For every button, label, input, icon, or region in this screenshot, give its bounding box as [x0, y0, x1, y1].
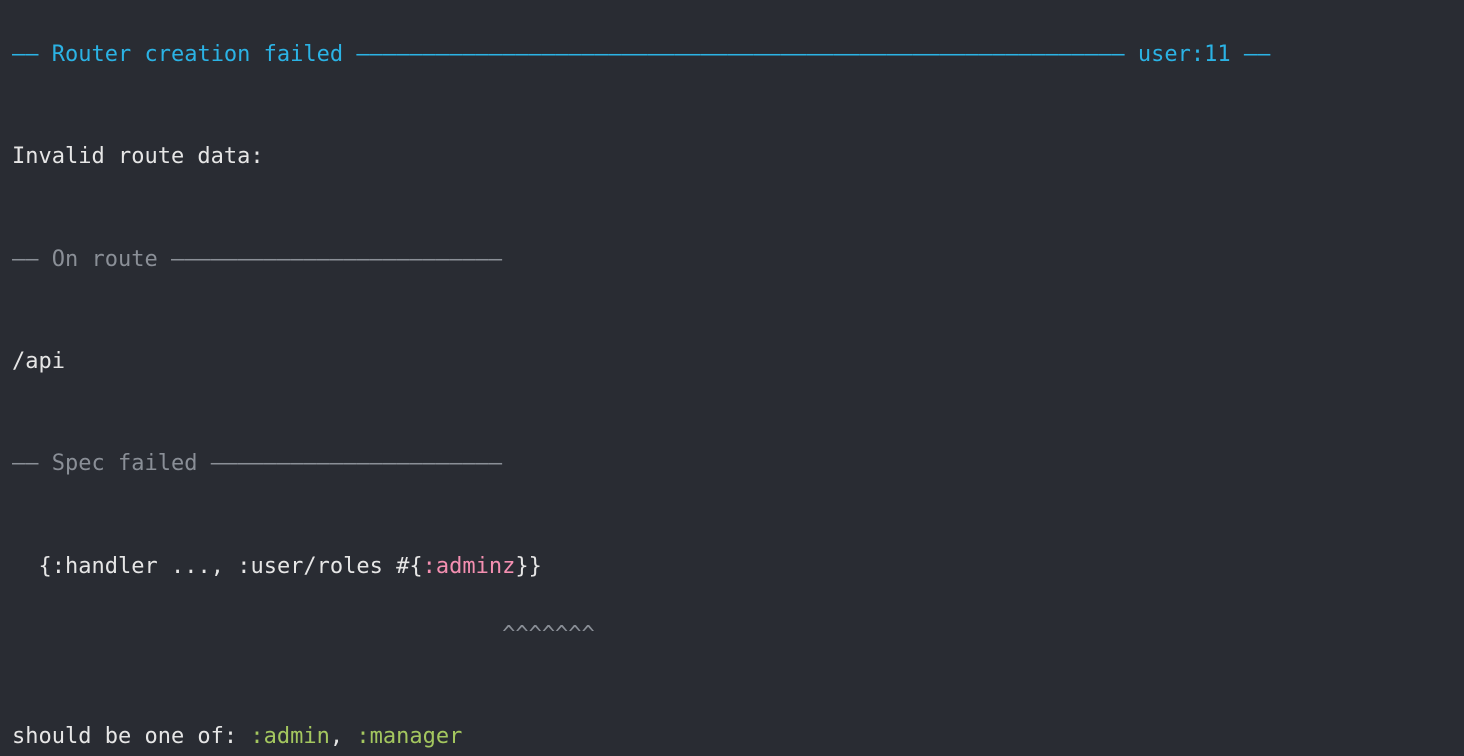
error-header-line: —— Router creation failed ——————————————… [12, 38, 1452, 72]
keyword-manager: :manager [356, 724, 462, 749]
should-be-line: should be one of: :admin, :manager [12, 720, 1452, 754]
spec-failed-label: Spec failed [52, 451, 198, 476]
on-route-label: On route [52, 247, 158, 272]
header-dash-right: —— [1244, 42, 1271, 67]
invalid-route-data: Invalid route data: [12, 140, 1452, 174]
on-route-heading: —— On route ————————————————————————— [12, 243, 1452, 277]
spec-map-line: {:handler ..., :user/roles #{:adminz}} [12, 550, 1452, 584]
caret-underline: ^^^^^^^ [12, 618, 1452, 652]
header-dash-mid: ————————————————————————————————————————… [356, 42, 1124, 67]
header-location: user:11 [1138, 42, 1231, 67]
caret-marks: ^^^^^^^ [502, 622, 595, 647]
keyword-handler: :handler [52, 554, 158, 579]
keyword-adminz: :adminz [423, 554, 516, 579]
terminal-output: —— Router creation failed ——————————————… [0, 0, 1464, 756]
header-title: Router creation failed [52, 42, 343, 67]
route-path: /api [12, 345, 1452, 379]
keyword-user-roles: :user/roles [237, 554, 383, 579]
keyword-admin: :admin [250, 724, 329, 749]
spec-failed-heading: —— Spec failed —————————————————————— [12, 447, 1452, 481]
header-dash-left: —— [12, 42, 39, 67]
